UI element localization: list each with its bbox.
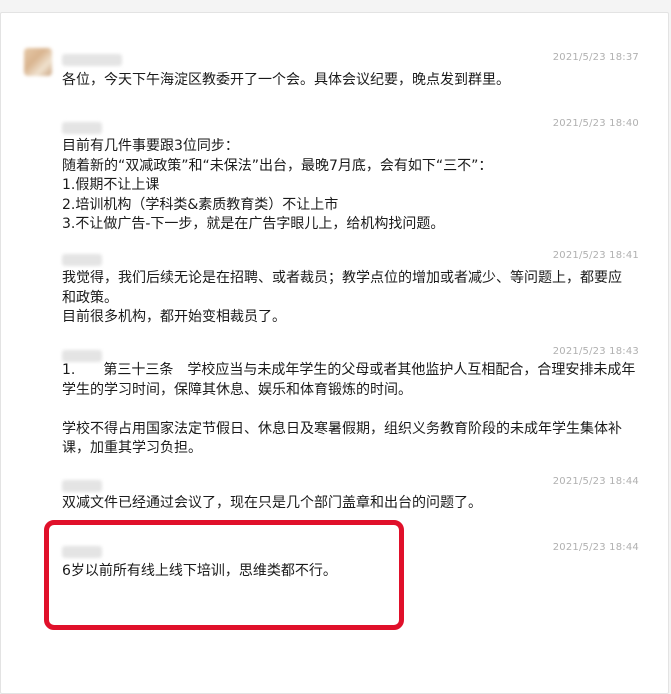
message-line: 各位，今天下午海淀区教委开了一个会。具体会议纪要，晚点发到群里。 [62,72,510,88]
message-line: 3.不让做广告-下一步，就是在广告字眼儿上，给机构找问题。 [62,216,445,232]
message-line: 1.假期不让上课 [62,177,160,193]
sender-name-blurred [62,122,102,134]
sender-name-blurred [62,54,122,66]
message-time: 2021/5/23 18:40 [552,118,639,129]
message-time: 2021/5/23 18:44 [552,476,639,487]
message-line: 和政策。 [62,289,118,306]
message-line: 课，加重其学习负担。 [62,440,202,456]
message-line: 学生的学习时间，保障其休息、娱乐和体育锻炼的时间。 [62,381,412,398]
avatar [24,48,52,76]
message-line: 1. 第三十三条 学校应当与未成年学生的父母或者其他监护人互相配合，合理安排未成… [62,362,636,378]
message-line: 目前很多机构，都开始变相裁员了。 [62,309,286,325]
message-line: 2.培训机构（学科类&素质教育类）不让上市 [62,196,339,213]
sender-name-blurred [62,480,102,492]
message-time: 2021/5/23 18:43 [552,346,639,357]
message-time: 2021/5/23 18:37 [552,52,639,63]
message-line: 目前有几件事要跟3位同步： [62,138,239,154]
message-text: 我觉得，我们后续无论是在招聘、或者裁员；教学点位的增加或者减少、等问题上，都要应… [62,269,647,328]
message-text: 各位，今天下午海淀区教委开了一个会。具体会议纪要，晚点发到群里。 [62,71,647,91]
message-line: 学校不得占用国家法定节假日、休息日及寒暑假期，组织义务教育阶段的未成年学生集体补 [62,420,622,437]
message-line: 随着新的“双减政策”和“未保法”出台，最晚7月底，会有如下“三不”： [62,157,493,174]
message-line: 我觉得，我们后续无论是在招聘、或者裁员；教学点位的增加或者减少、等问题上，都要应 [62,270,622,286]
sender-name-blurred [62,254,102,266]
message-time: 2021/5/23 18:41 [552,250,639,261]
highlight-annotation-box [44,520,404,630]
message-text: 目前有几件事要跟3位同步： 随着新的“双减政策”和“未保法”出台，最晚7月底，会… [62,137,647,235]
message-time: 2021/5/23 18:44 [552,542,639,553]
message-text: 1. 第三十三条 学校应当与未成年学生的父母或者其他监护人互相配合，合理安排未成… [62,361,647,459]
message-line: 双减文件已经通过会议了，现在只是几个部门盖章和出台的问题了。 [62,495,482,511]
message-text: 双减文件已经通过会议了，现在只是几个部门盖章和出台的问题了。 [62,494,647,514]
